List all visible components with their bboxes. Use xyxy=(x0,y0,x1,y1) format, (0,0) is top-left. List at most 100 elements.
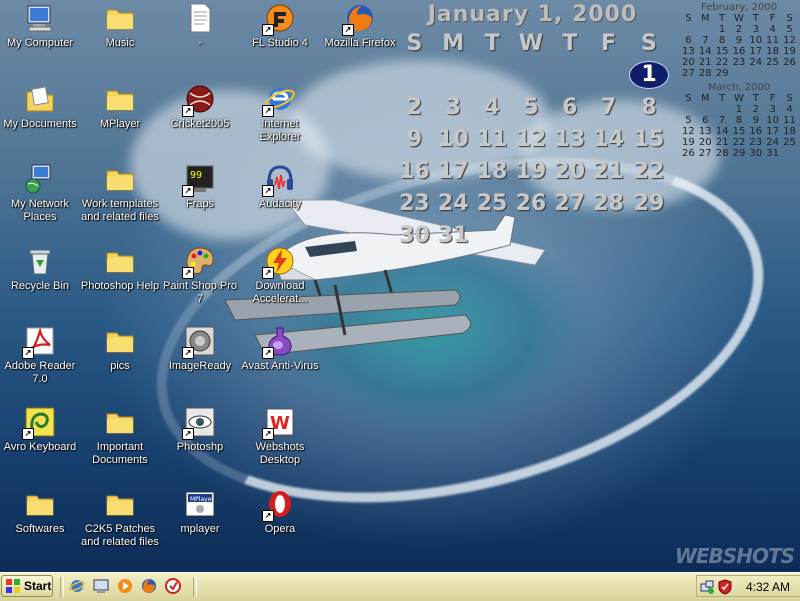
calendar-day: 14 xyxy=(698,46,712,57)
calendar-day: 20 xyxy=(554,158,586,184)
calendar-day xyxy=(781,148,798,159)
calendar-grid: SMTWTFS 1234 5 6 7 8 9 10 11 12 13 14 15 16 17 18 19… xyxy=(680,93,798,159)
calendar-day: 11 xyxy=(476,126,508,152)
taskbar-clock[interactable]: 4:32 AM xyxy=(746,580,790,594)
icon-label: My Documents xyxy=(3,118,77,130)
desktop-icon-c2k5-patches[interactable]: C2K5 Patches and related files xyxy=(80,488,160,549)
calendar-day: 25 xyxy=(766,57,779,68)
recycle-bin-icon xyxy=(24,245,56,277)
fl-studio-icon: ↗ xyxy=(262,2,296,36)
calendar-weekday: S xyxy=(641,30,657,56)
webshots-icon: W ↗ xyxy=(262,406,296,440)
calendar-week-row: 12 13 14 15 16 17 18 xyxy=(680,126,798,137)
desktop-icon-important-documents[interactable]: Important Documents xyxy=(80,406,160,467)
icon-label: Download Accelerat... xyxy=(252,280,308,305)
desktop-icon-my-network-places[interactable]: My Network Places xyxy=(0,163,80,224)
calendar-day: 26 xyxy=(515,190,547,216)
desktop-icon-audacity[interactable]: ↗ Audacity xyxy=(240,163,320,211)
desktop-icon-cricket2005[interactable]: ↗ Cricket2005 xyxy=(160,83,240,131)
calendar-day: 20 xyxy=(698,137,712,148)
quicklaunch-media-player[interactable] xyxy=(116,577,134,595)
desktop-icon-music[interactable]: Music xyxy=(80,2,160,50)
desktop-icon-fraps[interactable]: 99 ↗ Fraps xyxy=(160,163,240,211)
shield-icon xyxy=(718,579,732,595)
desktop-icon-softwares[interactable]: Softwares xyxy=(0,488,80,536)
calendar-day: 14 xyxy=(715,126,729,137)
folder-icon xyxy=(24,488,56,520)
desktop-icon-imageready[interactable]: ↗ ImageReady xyxy=(160,325,240,373)
shortcut-arrow-icon: ↗ xyxy=(262,24,274,36)
windows-logo-icon xyxy=(6,579,20,593)
calendar-day: 22 xyxy=(715,57,729,68)
shortcut-arrow-icon: ↗ xyxy=(262,347,274,359)
avro-keyboard-icon: ↗ xyxy=(22,406,56,440)
desktop-icon-photoshop[interactable]: ↗ Photoshp xyxy=(160,406,240,454)
quicklaunch-internet-explorer[interactable] xyxy=(68,577,86,595)
icon-label: Webshots Desktop xyxy=(255,441,305,466)
calendar-weekday: T xyxy=(752,13,759,24)
desktop-icon-paint-shop-pro[interactable]: ↗ Paint Shop Pro 7 xyxy=(160,245,240,306)
desktop-icon-adobe-reader[interactable]: ↗ Adobe Reader 7.0 xyxy=(0,325,80,386)
firefox-icon: ↗ xyxy=(342,2,376,36)
calendar-day: 13 xyxy=(554,126,586,152)
desktop-icon-avast[interactable]: ↗ Avast Anti-Virus xyxy=(240,325,320,373)
calendar-day: 13 xyxy=(682,46,695,57)
icon-label: Fraps xyxy=(185,198,215,210)
tray-security-icon[interactable] xyxy=(717,579,733,595)
folder-icon xyxy=(104,163,136,195)
desktop-icon-pics[interactable]: pics xyxy=(80,325,160,373)
calendar-day: 19 xyxy=(682,137,695,148)
desktop-icon-text-file[interactable]: - xyxy=(160,2,240,50)
taskbar-separator xyxy=(193,577,197,597)
quicklaunch-show-desktop[interactable] xyxy=(92,577,110,595)
calendar-day: 9 xyxy=(406,126,423,152)
internet-explorer-icon xyxy=(68,580,86,592)
calendar-day: 18 xyxy=(476,158,508,184)
desktop-icon-opera[interactable]: ↗ Opera xyxy=(240,488,320,536)
icon-label: FL Studio 4 xyxy=(252,37,308,49)
desktop-icon-my-documents[interactable]: My Documents xyxy=(0,83,80,131)
desktop-icon-webshots[interactable]: W ↗ Webshots Desktop xyxy=(240,406,320,467)
calendar-day: 17 xyxy=(437,158,469,184)
calendar-day: 4 xyxy=(769,24,776,35)
icon-label: Important Documents xyxy=(92,441,148,466)
calendar-weekday: F xyxy=(601,30,617,56)
desktop-icon-photoshop-help[interactable]: Photoshop Help xyxy=(80,245,160,293)
taskbar-separator xyxy=(60,577,64,597)
icon-label: pics xyxy=(110,360,130,372)
tray-network-icon[interactable] xyxy=(699,579,715,595)
calendar-day: 10 xyxy=(437,126,469,152)
calendar-day: 26 xyxy=(783,57,796,68)
quicklaunch-firefox[interactable] xyxy=(140,577,158,595)
desktop[interactable]: My Computer My Documents My Network Plac… xyxy=(0,0,800,572)
quicklaunch-antivirus[interactable] xyxy=(164,577,182,595)
desktop-icon-internet-explorer[interactable]: ↗ Internet Explorer xyxy=(240,83,320,144)
desktop-icon-work-templates[interactable]: Work templates and related files xyxy=(80,163,160,224)
calendar-week-row: 6 7 8 9 10 11 12 xyxy=(680,35,798,46)
calendar-week-row: 20 21 22 23 24 25 26 xyxy=(680,57,798,68)
icon-label: Paint Shop Pro 7 xyxy=(163,280,237,305)
calendar-day: 4 xyxy=(484,94,500,120)
svg-text:99: 99 xyxy=(190,170,202,181)
calendar-week-row: 23 24 25 26 27 28 29 xyxy=(395,187,670,219)
calendar-day: 6 xyxy=(702,115,709,126)
calendar-day: 7 xyxy=(600,94,617,120)
desktop-icon-mozilla-firefox[interactable]: ↗ Mozilla Firefox xyxy=(320,2,400,50)
desktop-icon-recycle-bin[interactable]: Recycle Bin xyxy=(0,245,80,293)
start-button[interactable]: Start xyxy=(1,575,53,597)
desktop-icon-avro-keyboard[interactable]: ↗ Avro Keyboard xyxy=(0,406,80,454)
calendar-day xyxy=(731,68,748,79)
desktop-icon-download-accelerator[interactable]: ↗ Download Accelerat... xyxy=(240,245,320,306)
desktop-icon-mplayer-folder[interactable]: MPlayer xyxy=(80,83,160,131)
calendar-weekday: T xyxy=(719,93,726,104)
calendar-grid: S M T W T F S 1 2345678 9 10 11 12 13 14 15 16… xyxy=(395,27,670,251)
desktop-icon-fl-studio[interactable]: ↗ FL Studio 4 xyxy=(240,2,320,50)
desktop-icon-mplayer[interactable]: MPlayer mplayer xyxy=(160,488,240,536)
calendar-widget-february: February, 2000 SMTWTFS 12345 6 7 8 9 10 11 12 … xyxy=(680,2,798,79)
calendar-day: 21 xyxy=(715,137,729,148)
icon-label: C2K5 Patches and related files xyxy=(81,523,159,548)
icon-label: My Network Places xyxy=(10,198,70,223)
calendar-week-row: 9 10 11 12 13 14 15 xyxy=(395,123,670,155)
calendar-day: 5 xyxy=(786,24,793,35)
desktop-icon-my-computer[interactable]: My Computer xyxy=(0,2,80,50)
